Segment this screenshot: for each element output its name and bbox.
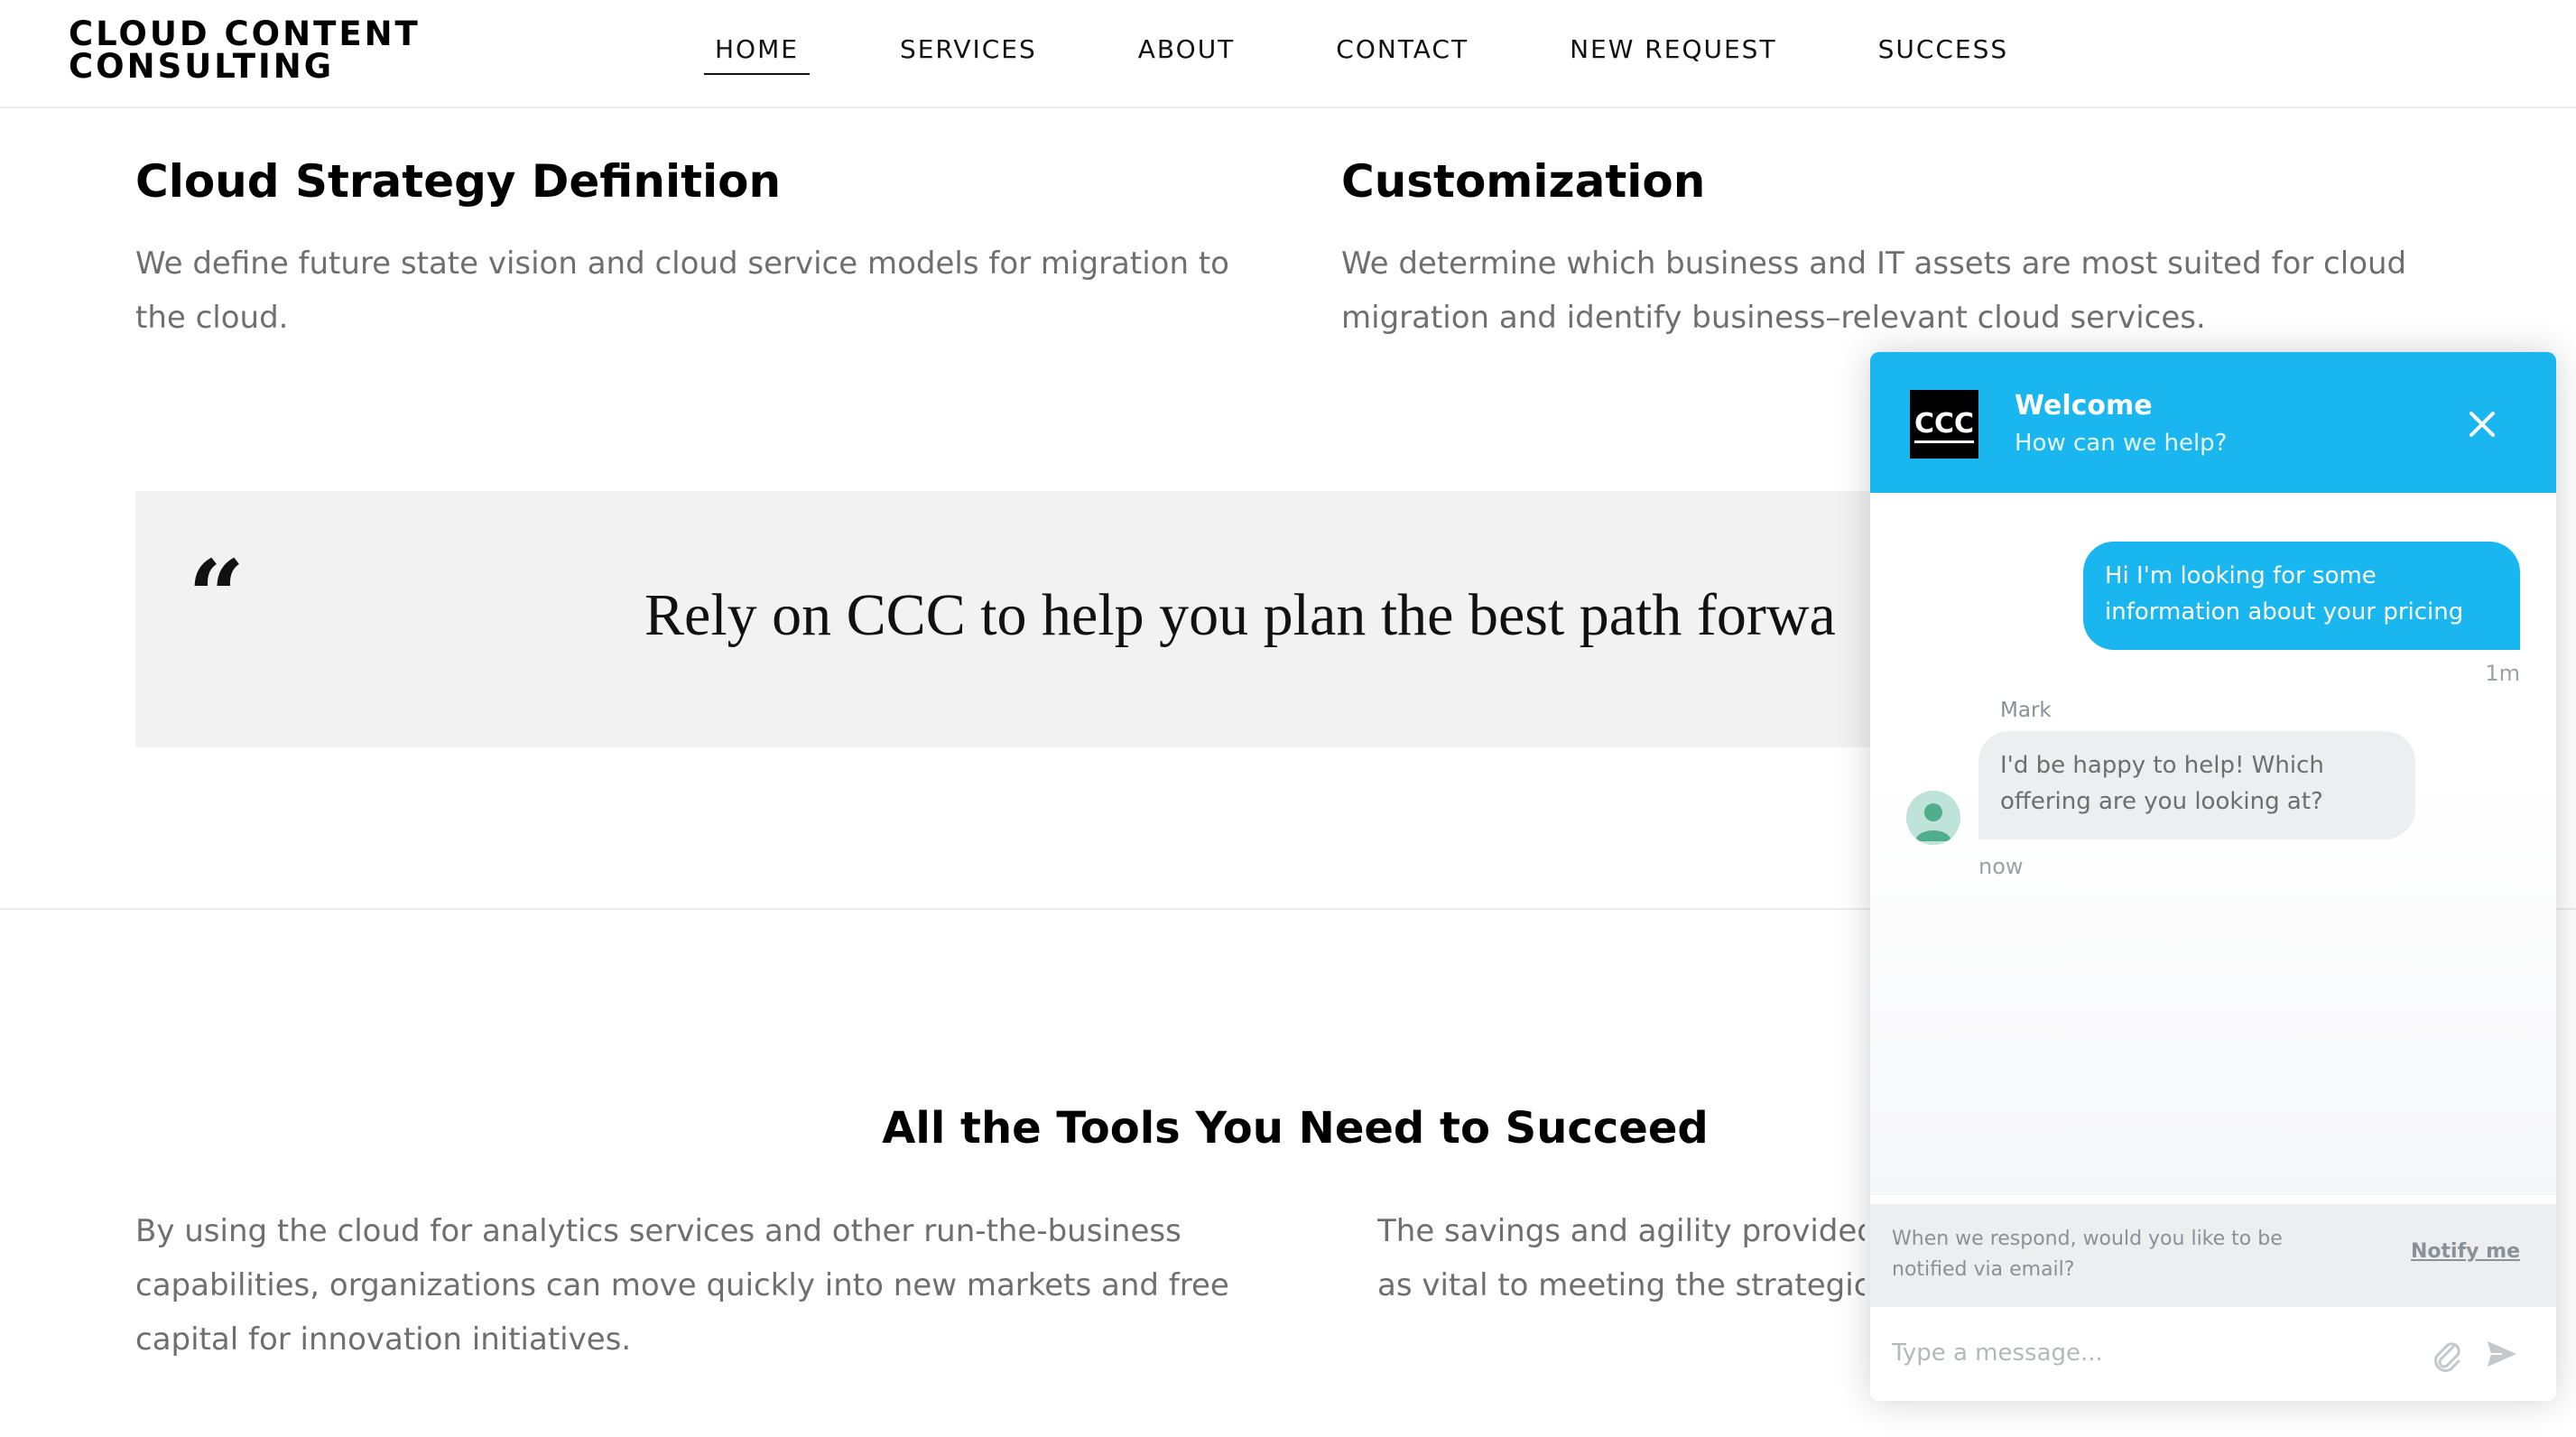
chat-subtitle: How can we help? [2015,430,2228,457]
feature-text-strategy: We define future state vision and cloud … [135,246,1229,336]
site-header: CLOUD CONTENT CONSULTING HOME SERVICES A… [0,0,2576,108]
site-logo[interactable]: CLOUD CONTENT CONSULTING [69,14,421,86]
user-avatar-icon [1906,791,1960,845]
quote-mark-icon: “ [188,538,246,654]
nav-new-request[interactable]: NEW REQUEST [1559,29,1787,73]
nav-contact[interactable]: CONTACT [1325,29,1479,73]
user-message-time: 1m [2485,661,2520,686]
logo-line-1: CLOUD CONTENT [69,14,421,53]
chat-messages: Hi I'm looking for some information abou… [1870,493,2556,1195]
feature-title-strategy: Cloud Strategy Definition [135,155,782,208]
quote-text: Rely on CCC to help you plan the best pa… [644,582,1836,648]
message-composer [1870,1307,2556,1401]
nav-success[interactable]: SUCCESS [1867,29,2020,73]
main-nav: HOME SERVICES ABOUT CONTACT NEW REQUEST … [704,29,2099,79]
notify-me-link[interactable]: Notify me [2411,1240,2520,1263]
nav-about[interactable]: ABOUT [1127,29,1246,73]
notify-bar: When we respond, would you like to be no… [1870,1204,2556,1307]
nav-home[interactable]: HOME [704,29,810,75]
agent-name: Mark [2000,699,2052,722]
message-input[interactable] [1892,1330,2397,1376]
tools-text-right: The savings and agility provided as vita… [1377,1204,1865,1312]
tools-text-right-line-1: The savings and agility provided [1377,1213,1865,1249]
logo-line-2: CONSULTING [69,47,335,86]
chat-logo-text: CCC [1913,408,1975,443]
agent-message-bubble: I'd be happy to help! Which offering are… [1978,731,2415,839]
user-message-bubble: Hi I'm looking for some information abou… [2083,542,2520,650]
notify-prompt: When we respond, would you like to be no… [1892,1228,2283,1281]
feature-title-customization: Customization [1341,155,1706,208]
chat-widget: CCC Welcome How can we help? Hi I'm look… [1870,352,2556,1401]
tools-text-left: By using the cloud for analytics service… [135,1213,1229,1358]
tools-text-right-line-2: as vital to meeting the strategic a [1377,1267,1865,1303]
chat-brand-logo: CCC [1910,390,1978,459]
agent-message-time: now [1978,854,2024,879]
feature-text-customization: We determine which business and IT asset… [1341,246,2407,336]
paperclip-icon[interactable] [2428,1334,2464,1374]
chat-title: Welcome [2015,390,2153,422]
chat-header: CCC Welcome How can we help? [1870,352,2556,493]
close-icon[interactable] [2464,406,2500,442]
nav-services[interactable]: SERVICES [889,29,1048,73]
send-icon[interactable] [2484,1336,2520,1372]
